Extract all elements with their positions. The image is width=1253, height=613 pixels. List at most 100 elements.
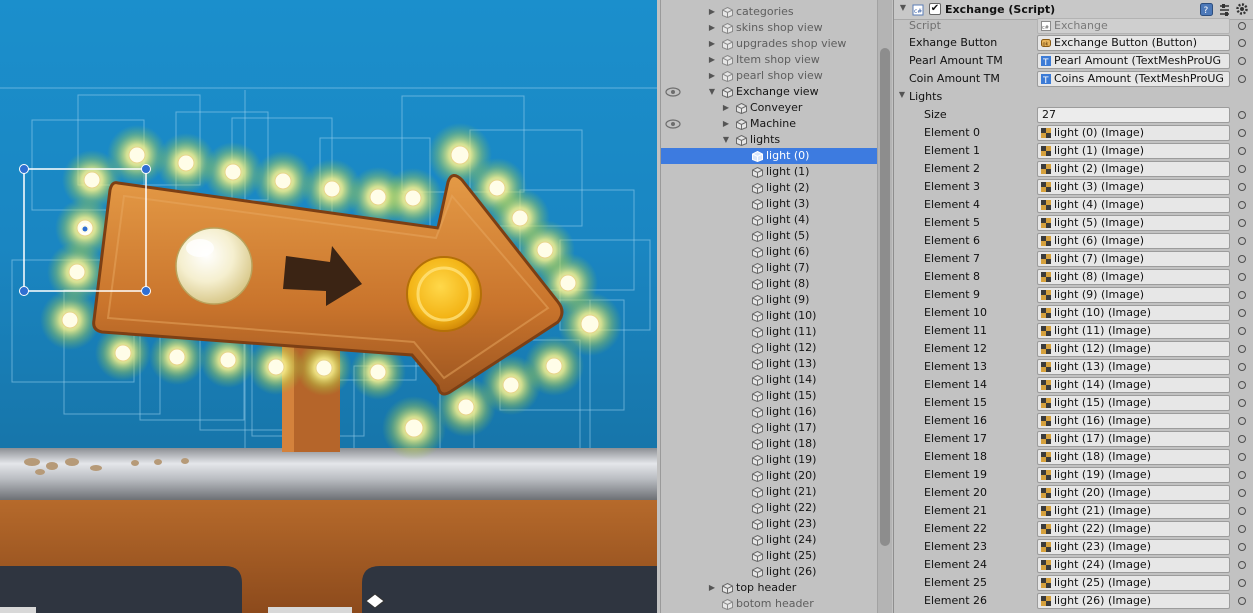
object-picker-icon[interactable] <box>1238 309 1246 317</box>
lights-element-row[interactable]: Element 6 light (6) (Image) <box>894 232 1253 250</box>
lights-element-field[interactable]: light (24) (Image) <box>1037 557 1230 573</box>
object-picker-icon[interactable] <box>1238 327 1246 335</box>
lights-element-field[interactable]: light (19) (Image) <box>1037 467 1230 483</box>
object-picker-icon[interactable] <box>1238 129 1246 137</box>
lights-element-field[interactable]: light (1) (Image) <box>1037 143 1230 159</box>
lights-size-row[interactable]: Size 27 <box>894 106 1253 124</box>
lights-element-field[interactable]: light (20) (Image) <box>1037 485 1230 501</box>
foldout-collapsed-icon[interactable]: ▶ <box>721 100 731 116</box>
lights-element-row[interactable]: Element 20 light (20) (Image) <box>894 484 1253 502</box>
component-foldout-arrow[interactable]: ▼ <box>898 3 908 12</box>
lights-element-row[interactable]: Element 18 light (18) (Image) <box>894 448 1253 466</box>
script-row[interactable]: Script c# Exchange <box>894 17 1253 35</box>
lights-element-field[interactable]: light (11) (Image) <box>1037 323 1230 339</box>
hierarchy-item[interactable]: ▶ Conveyer <box>661 100 877 116</box>
scene-tab-mid[interactable] <box>268 607 352 613</box>
hierarchy-item[interactable]: ▼ lights <box>661 132 877 148</box>
lights-element-row[interactable]: Element 1 light (1) (Image) <box>894 142 1253 160</box>
lights-element-field[interactable]: light (26) (Image) <box>1037 593 1230 609</box>
lights-element-field[interactable]: light (0) (Image) <box>1037 125 1230 141</box>
hierarchy-item[interactable]: light (10) <box>661 308 877 324</box>
lights-element-row[interactable]: Element 4 light (4) (Image) <box>894 196 1253 214</box>
hierarchy-item[interactable]: light (20) <box>661 468 877 484</box>
foldout-collapsed-icon[interactable]: ▶ <box>707 68 717 84</box>
hierarchy-item[interactable]: light (2) <box>661 180 877 196</box>
foldout-collapsed-icon[interactable]: ▶ <box>707 52 717 68</box>
lights-element-field[interactable]: light (6) (Image) <box>1037 233 1230 249</box>
component-enabled-checkbox[interactable]: ✔ <box>929 3 941 15</box>
lights-element-field[interactable]: light (3) (Image) <box>1037 179 1230 195</box>
lights-element-row[interactable]: Element 21 light (21) (Image) <box>894 502 1253 520</box>
lights-element-field[interactable]: light (23) (Image) <box>1037 539 1230 555</box>
foldout-collapsed-icon[interactable]: ▶ <box>707 36 717 52</box>
lights-element-row[interactable]: Element 3 light (3) (Image) <box>894 178 1253 196</box>
object-picker-icon[interactable] <box>1238 165 1246 173</box>
help-icon[interactable]: ? <box>1200 3 1213 16</box>
lights-element-field[interactable]: light (14) (Image) <box>1037 377 1230 393</box>
lights-element-field[interactable]: light (22) (Image) <box>1037 521 1230 537</box>
hierarchy-item[interactable]: light (7) <box>661 260 877 276</box>
lights-element-row[interactable]: Element 5 light (5) (Image) <box>894 214 1253 232</box>
object-picker-icon[interactable] <box>1238 291 1246 299</box>
pearl-amount-row[interactable]: Pearl Amount TM T Pearl Amount (TextMeshPr… <box>894 52 1253 70</box>
hierarchy-item[interactable]: light (19) <box>661 452 877 468</box>
inspector-panel[interactable]: ▼ c# ✔ Exchange (Script) ? Script c# Excha… <box>893 0 1253 613</box>
lights-element-row[interactable]: Element 22 light (22) (Image) <box>894 520 1253 538</box>
object-picker-icon[interactable] <box>1238 57 1246 65</box>
lights-element-row[interactable]: Element 11 light (11) (Image) <box>894 322 1253 340</box>
lights-element-field[interactable]: light (16) (Image) <box>1037 413 1230 429</box>
lights-element-field[interactable]: light (8) (Image) <box>1037 269 1230 285</box>
hierarchy-item[interactable]: light (8) <box>661 276 877 292</box>
lights-element-row[interactable]: Element 24 light (24) (Image) <box>894 556 1253 574</box>
hierarchy-scrollbar[interactable] <box>877 0 892 613</box>
object-picker-icon[interactable] <box>1238 435 1246 443</box>
hierarchy-item[interactable]: ▶ top header <box>661 580 877 596</box>
foldout-expanded-icon[interactable]: ▼ <box>721 132 731 148</box>
hierarchy-item[interactable]: light (16) <box>661 404 877 420</box>
object-picker-icon[interactable] <box>1238 489 1246 497</box>
foldout-expanded-icon[interactable]: ▼ <box>707 84 717 100</box>
hierarchy-item[interactable]: ▶ Machine <box>661 116 877 132</box>
object-picker-icon[interactable] <box>1238 183 1246 191</box>
object-picker-icon[interactable] <box>1238 237 1246 245</box>
hierarchy-item[interactable]: ▶ pearl shop view <box>661 68 877 84</box>
object-picker-icon[interactable] <box>1238 525 1246 533</box>
lights-element-row[interactable]: Element 7 light (7) (Image) <box>894 250 1253 268</box>
object-picker-icon[interactable] <box>1238 255 1246 263</box>
lights-element-row[interactable]: Element 13 light (13) (Image) <box>894 358 1253 376</box>
hierarchy-item[interactable]: light (22) <box>661 500 877 516</box>
object-picker-icon[interactable] <box>1238 111 1246 119</box>
hierarchy-item[interactable]: light (26) <box>661 564 877 580</box>
lights-element-field[interactable]: light (2) (Image) <box>1037 161 1230 177</box>
lights-element-row[interactable]: Element 16 light (16) (Image) <box>894 412 1253 430</box>
lights-element-field[interactable]: light (4) (Image) <box>1037 197 1230 213</box>
lights-size-field[interactable]: 27 <box>1037 107 1230 123</box>
object-picker-icon[interactable] <box>1238 453 1246 461</box>
lights-element-row[interactable]: Element 19 light (19) (Image) <box>894 466 1253 484</box>
object-picker-icon[interactable] <box>1238 39 1246 47</box>
scene-view[interactable] <box>0 0 657 613</box>
foldout-expanded-icon[interactable]: ▼ <box>897 90 907 99</box>
object-picker-icon[interactable] <box>1238 201 1246 209</box>
visibility-eye-icon[interactable] <box>665 119 681 129</box>
hierarchy-item[interactable]: light (4) <box>661 212 877 228</box>
lights-element-row[interactable]: Element 9 light (9) (Image) <box>894 286 1253 304</box>
lights-element-row[interactable]: Element 23 light (23) (Image) <box>894 538 1253 556</box>
lights-element-row[interactable]: Element 15 light (15) (Image) <box>894 394 1253 412</box>
object-picker-icon[interactable] <box>1238 399 1246 407</box>
lights-element-field[interactable]: light (7) (Image) <box>1037 251 1230 267</box>
hierarchy-item[interactable]: light (18) <box>661 436 877 452</box>
coin-amount-field[interactable]: T Coins Amount (TextMeshProUG <box>1037 71 1230 87</box>
object-picker-icon[interactable] <box>1238 147 1246 155</box>
object-picker-icon[interactable] <box>1238 273 1246 281</box>
exchange-button-row[interactable]: Exhange Button ok Exchange Button (Button) <box>894 34 1253 52</box>
lights-element-field[interactable]: light (5) (Image) <box>1037 215 1230 231</box>
foldout-collapsed-icon[interactable]: ▶ <box>707 4 717 20</box>
hierarchy-item[interactable]: light (5) <box>661 228 877 244</box>
hierarchy-item[interactable]: light (14) <box>661 372 877 388</box>
object-picker-icon[interactable] <box>1238 561 1246 569</box>
hierarchy-item[interactable]: light (17) <box>661 420 877 436</box>
lights-element-field[interactable]: light (9) (Image) <box>1037 287 1230 303</box>
pearl-amount-field[interactable]: T Pearl Amount (TextMeshProUG <box>1037 53 1230 69</box>
hierarchy-item[interactable]: light (25) <box>661 548 877 564</box>
